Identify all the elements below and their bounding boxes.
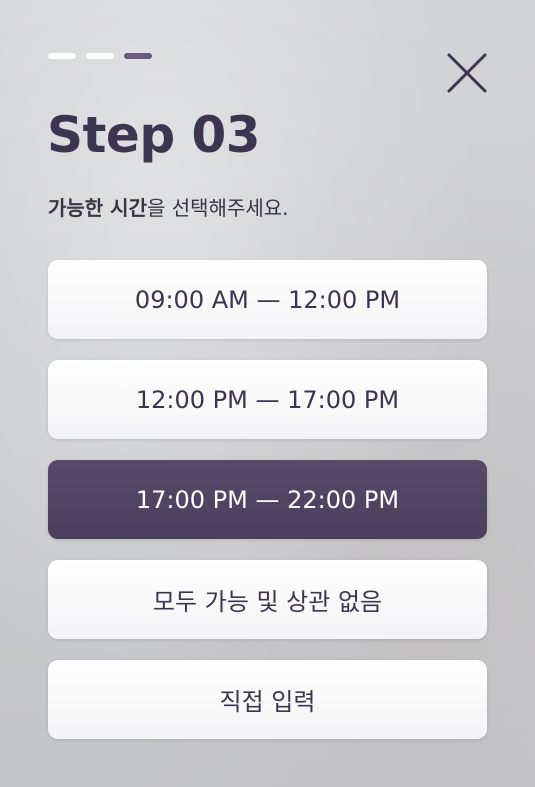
time-options-list: 09:00 AM — 12:00 PM 12:00 PM — 17:00 PM …: [48, 260, 487, 760]
instruction-text: 을 선택해주세요.: [146, 196, 289, 220]
instruction-emphasis: 가능한 시간: [48, 196, 147, 220]
close-icon: [447, 53, 487, 93]
option-label: 모두 가능 및 상관 없음: [152, 588, 383, 616]
time-option-morning[interactable]: 09:00 AM — 12:00 PM: [48, 260, 487, 339]
option-label: 09:00 AM — 12:00 PM: [134, 285, 401, 314]
option-label: 12:00 PM — 17:00 PM: [135, 385, 400, 414]
step-title: Step 03: [47, 106, 261, 164]
step-progress-indicator: [48, 53, 152, 59]
time-option-afternoon[interactable]: 12:00 PM — 17:00 PM: [48, 360, 487, 439]
option-label: 17:00 PM — 22:00 PM: [135, 485, 400, 514]
step-instruction: 가능한 시간을 선택해주세요.: [48, 196, 288, 220]
option-label: 직접 입력: [219, 688, 316, 716]
progress-segment-2: [86, 53, 114, 59]
time-option-any[interactable]: 모두 가능 및 상관 없음: [48, 560, 487, 639]
progress-segment-3: [124, 53, 152, 59]
close-button[interactable]: [446, 52, 488, 94]
time-option-custom-input[interactable]: 직접 입력: [48, 660, 487, 739]
time-option-evening[interactable]: 17:00 PM — 22:00 PM: [48, 460, 487, 539]
progress-segment-1: [48, 53, 76, 59]
